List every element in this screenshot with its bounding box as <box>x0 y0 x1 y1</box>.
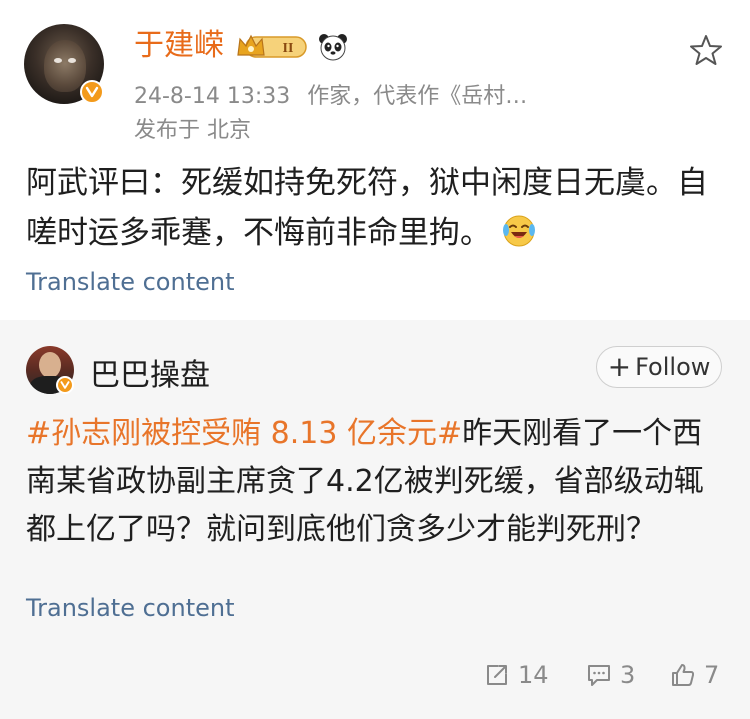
follow-button[interactable]: + Follow <box>596 346 722 388</box>
verified-icon <box>56 376 74 394</box>
verified-icon <box>80 80 104 104</box>
comment-count: 3 <box>620 661 636 689</box>
thumbs-up-icon <box>672 664 695 686</box>
comment-icon <box>588 665 610 686</box>
hashtag-link[interactable]: #孙志刚被控受贿 8.13 亿余元# <box>26 416 462 451</box>
post-location: 发布于 北京 <box>134 118 251 143</box>
avatar-eye <box>54 58 62 63</box>
repost-content: #孙志刚被控受贿 8.13 亿余元#昨天刚看了一个西南某省政协副主席贪了4.2亿… <box>26 410 726 554</box>
like-action[interactable]: 7 <box>670 659 719 691</box>
rank-badge-icon[interactable]: II <box>236 33 310 61</box>
translate-link[interactable]: Translate content <box>26 268 235 296</box>
laughing-crying-emoji-icon <box>503 215 535 247</box>
weibo-post: 于建嵘 II 24-8-14 13:33 作家，代表作《岳村… 发布于 北京 阿… <box>0 0 750 320</box>
avatar-face <box>39 352 61 378</box>
post-content: 阿武评曰：死缓如持免死符，狱中闲度日无虞。自嗟时运多乖蹇，不悔前非命里拘。 <box>26 158 726 258</box>
author-name[interactable]: 于建嵘 <box>134 26 224 66</box>
share-count: 14 <box>518 661 549 689</box>
translate-link[interactable]: Translate content <box>26 594 235 622</box>
comment-action[interactable]: 3 <box>586 659 635 691</box>
rank-badge-text: II <box>283 41 294 56</box>
repost-card[interactable]: 巴巴操盘 + Follow #孙志刚被控受贿 8.13 亿余元#昨天刚看了一个西… <box>0 320 750 719</box>
avatar-face <box>44 40 86 92</box>
favorite-star-icon[interactable] <box>688 32 724 68</box>
plus-icon: + <box>607 350 632 383</box>
post-text: 阿武评曰：死缓如持免死符，狱中闲度日无虞。自嗟时运多乖蹇，不悔前非命里拘。 <box>26 165 708 251</box>
panda-icon <box>319 34 347 61</box>
repost-author-name[interactable]: 巴巴操盘 <box>90 350 210 394</box>
avatar-eye <box>68 58 76 63</box>
author-description: 作家，代表作《岳村… <box>307 84 528 109</box>
follow-label: Follow <box>635 353 711 381</box>
share-icon <box>487 665 507 685</box>
like-count: 7 <box>704 661 720 689</box>
post-timestamp: 24-8-14 13:33 <box>134 84 291 109</box>
post-meta: 24-8-14 13:33 作家，代表作《岳村… <box>134 78 527 110</box>
share-action[interactable]: 14 <box>484 659 549 691</box>
